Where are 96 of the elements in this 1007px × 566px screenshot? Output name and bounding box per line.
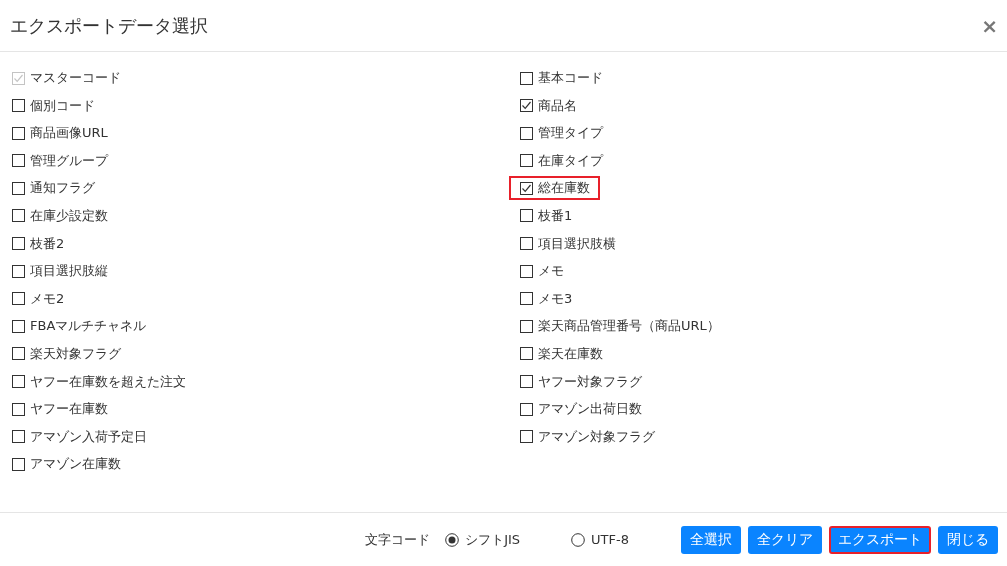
- checkbox[interactable]: [12, 181, 25, 195]
- checkbox-option[interactable]: 管理タイプ: [509, 121, 613, 146]
- checkbox-option[interactable]: メモ3: [509, 286, 583, 311]
- action-button[interactable]: エクスポート: [829, 525, 931, 554]
- checkbox[interactable]: [12, 375, 25, 389]
- checkbox[interactable]: [520, 347, 533, 361]
- checkbox[interactable]: [520, 181, 533, 195]
- option-label: 商品画像URL: [30, 124, 108, 143]
- checkbox-option[interactable]: 基本コード: [509, 66, 613, 90]
- option-label: メモ3: [538, 289, 573, 308]
- option-label: 楽天対象フラグ: [30, 344, 121, 363]
- option-label: マスターコード: [30, 69, 121, 87]
- checkbox[interactable]: [520, 71, 533, 85]
- option-label: 在庫タイプ: [538, 151, 603, 170]
- checkbox-option[interactable]: 商品画像URL: [1, 121, 118, 146]
- checkbox-option[interactable]: 通知フラグ: [1, 176, 105, 201]
- option-label: 楽天在庫数: [538, 344, 603, 363]
- checkbox[interactable]: [520, 209, 533, 223]
- option-label: 枝番1: [538, 206, 573, 225]
- checkbox-option[interactable]: ヤフー在庫数: [1, 397, 118, 422]
- action-button[interactable]: 全クリア: [748, 525, 822, 554]
- checkbox[interactable]: [520, 264, 533, 278]
- checkbox[interactable]: [12, 457, 25, 471]
- checkbox[interactable]: [520, 430, 533, 444]
- checkbox[interactable]: [12, 99, 25, 113]
- checkbox[interactable]: [520, 292, 533, 306]
- option-label: アマゾン対象フラグ: [538, 427, 655, 446]
- checkbox-option[interactable]: アマゾン在庫数: [1, 452, 131, 477]
- checkbox[interactable]: [520, 126, 533, 140]
- option-label: 楽天商品管理番号（商品URL）: [538, 317, 720, 336]
- option-label: 在庫少設定数: [30, 206, 108, 225]
- option-label: メモ2: [30, 289, 65, 308]
- checkbox[interactable]: [12, 402, 25, 416]
- checkbox-option[interactable]: アマゾン出荷日数: [509, 397, 652, 422]
- checkbox-option[interactable]: メモ2: [1, 286, 75, 311]
- option-label: FBAマルチチャネル: [30, 317, 147, 336]
- checkbox[interactable]: [12, 209, 25, 223]
- radio-button[interactable]: [571, 532, 586, 547]
- checkbox-option[interactable]: ヤフー在庫数を超えた注文: [1, 369, 196, 394]
- option-label: 個別コード: [30, 96, 95, 115]
- checkbox[interactable]: [520, 319, 533, 333]
- checkbox-option[interactable]: 在庫少設定数: [1, 203, 118, 228]
- checkbox[interactable]: [520, 402, 533, 416]
- checkbox[interactable]: [520, 375, 533, 389]
- option-label: アマゾン出荷日数: [538, 400, 642, 419]
- option-label: 項目選択肢縦: [30, 262, 108, 281]
- option-label: 枝番2: [30, 234, 65, 253]
- checkbox-option[interactable]: 楽天対象フラグ: [1, 341, 131, 366]
- action-button[interactable]: 閉じる: [938, 525, 998, 554]
- checkbox[interactable]: [12, 292, 25, 306]
- checkbox-option[interactable]: 楽天在庫数: [509, 341, 613, 366]
- radio-label: UTF-8: [591, 532, 629, 547]
- checkbox-option[interactable]: 商品名: [509, 93, 587, 118]
- checkbox-option[interactable]: アマゾン入荷予定日: [1, 424, 157, 449]
- checkbox-option[interactable]: 楽天商品管理番号（商品URL）: [509, 314, 730, 339]
- option-label: 管理グループ: [30, 151, 108, 170]
- checkbox[interactable]: [12, 319, 25, 333]
- option-label: ヤフー在庫数: [30, 400, 108, 419]
- checkbox[interactable]: [12, 154, 25, 168]
- checkbox[interactable]: [12, 347, 25, 361]
- checkbox[interactable]: [520, 237, 533, 251]
- checkbox[interactable]: [12, 237, 25, 251]
- option-label: ヤフー在庫数を超えた注文: [30, 372, 186, 391]
- option-label: アマゾン入荷予定日: [30, 427, 147, 446]
- option-label: 通知フラグ: [30, 179, 95, 198]
- checkbox-option[interactable]: 在庫タイプ: [509, 148, 613, 173]
- checkbox-option[interactable]: 個別コード: [1, 93, 105, 118]
- checkbox[interactable]: [520, 154, 533, 168]
- encoding-label: 文字コード: [365, 530, 431, 549]
- close-button[interactable]: ×: [981, 13, 998, 38]
- checkbox-option[interactable]: 総在庫数: [509, 176, 600, 201]
- option-label: 商品名: [538, 96, 577, 115]
- checkbox[interactable]: [520, 99, 533, 113]
- radio-button[interactable]: [445, 532, 460, 547]
- checkbox-option[interactable]: アマゾン対象フラグ: [509, 424, 665, 449]
- checkbox[interactable]: [12, 430, 25, 444]
- option-label: ヤフー対象フラグ: [538, 372, 642, 391]
- radio-label: シフトJIS: [465, 530, 521, 549]
- option-label: 項目選択肢横: [538, 234, 616, 253]
- option-label: 基本コード: [538, 69, 603, 87]
- action-button[interactable]: 全選択: [681, 525, 741, 554]
- checkbox-option[interactable]: 項目選択肢縦: [1, 259, 118, 284]
- checkbox-option[interactable]: FBAマルチチャネル: [1, 314, 157, 339]
- option-label: 総在庫数: [538, 179, 590, 198]
- checkbox-option[interactable]: 枝番1: [509, 203, 583, 228]
- option-label: 管理タイプ: [538, 124, 603, 143]
- checkbox-option[interactable]: 枝番2: [1, 231, 75, 256]
- checkbox[interactable]: [12, 264, 25, 278]
- dialog-title: エクスポートデータ選択: [10, 13, 208, 38]
- option-label: メモ: [538, 262, 564, 281]
- checkbox[interactable]: [12, 126, 25, 140]
- checkbox-option[interactable]: 項目選択肢横: [509, 231, 626, 256]
- option-label: アマゾン在庫数: [30, 455, 121, 474]
- checkbox-option[interactable]: メモ: [509, 259, 574, 284]
- checkbox-option[interactable]: 管理グループ: [1, 148, 118, 173]
- checkbox-option[interactable]: ヤフー対象フラグ: [509, 369, 652, 394]
